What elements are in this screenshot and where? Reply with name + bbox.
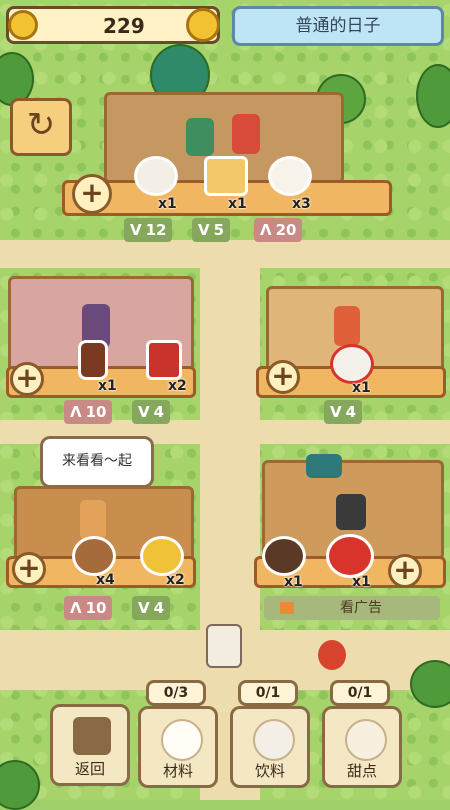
milk-qty: x3 [292,196,311,212]
heart-up-icon: V [330,403,342,421]
heart-up-icon: V [130,221,142,239]
roast-chicken-item[interactable] [72,536,116,576]
candy-cane-item[interactable] [330,344,374,384]
arrow-up-icon: Λ [260,221,272,239]
shopkeeper-character [186,118,214,156]
bear-character [206,624,242,668]
shopkeeper-character [334,306,360,346]
watch-ad-label: 看广告 [340,600,382,616]
plus-icon: + [17,551,41,584]
add-button[interactable]: + [266,360,300,394]
cutlery-icon [73,717,111,755]
egg-item[interactable] [134,156,178,196]
heart-up-icon: V [138,599,150,617]
coin-icon [186,8,220,42]
heart-up-icon: V [198,221,210,239]
demand-chip-down: Λ 10 [64,400,113,424]
lemon-item[interactable] [140,536,184,576]
plus-icon: + [271,359,295,392]
tomato-qty: x1 [352,574,371,590]
dessert-icon [345,719,387,761]
add-button[interactable]: + [12,552,46,586]
materials-count: 0/3 [146,680,206,706]
cake-slice-qty: x1 [228,196,247,212]
heart-up-icon: V [138,403,150,421]
coin-amount: 229 [103,14,145,38]
pan-qty: x1 [284,574,303,590]
roast-chicken-qty: x4 [96,572,115,588]
cake-slice-item[interactable] [204,156,248,196]
egg-qty: x1 [158,196,177,212]
demand-chip-up: V4 [132,400,171,424]
add-button[interactable]: + [388,554,422,588]
demand-chip-up: V 12 [124,218,173,242]
drinks-label: 饮料 [254,762,285,780]
lemon-qty: x2 [166,572,185,588]
demand-chip-down: Λ 20 [254,218,303,242]
bottle-item[interactable] [78,340,108,380]
demand-chip-up: V5 [192,218,231,242]
add-button[interactable]: + [72,174,112,214]
cat-character [336,494,366,530]
drinks-count: 0/1 [238,680,298,706]
demand-chip-up: V4 [132,596,171,620]
desserts-count: 0/1 [330,680,390,706]
video-icon [280,602,294,614]
materials-button[interactable]: 材料 [138,706,218,788]
plus-icon: + [393,553,417,586]
desserts-button[interactable]: 甜点 [322,706,402,788]
refresh-icon: ↻ [26,105,56,145]
speech-bubble: 来看看～起 [40,436,154,488]
plus-icon: + [15,361,39,394]
walker-character [318,640,346,670]
shopkeeper-character [80,500,106,540]
cup-icon [253,719,295,761]
tomato-item[interactable] [326,534,374,578]
demand-chip-down: Λ 10 [64,596,113,620]
refresh-button[interactable]: ↻ [10,98,72,156]
day-label: 普通的日子 [232,6,444,46]
flour-icon [161,719,203,761]
coin-icon [8,10,38,40]
back-label: 返回 [74,760,105,778]
materials-label: 材料 [162,762,193,780]
candy-cane-qty: x1 [352,380,371,396]
watch-ad-button[interactable]: 看广告 [264,596,440,620]
bottle-qty: x1 [98,378,117,394]
pan-item[interactable] [262,536,306,576]
jam-jar-item[interactable] [146,340,182,380]
add-button[interactable]: + [10,362,44,396]
arrow-up-icon: Λ [70,403,82,421]
desserts-label: 甜点 [346,762,377,780]
milk-item[interactable] [268,156,312,196]
demand-chip-up: V4 [324,400,363,424]
shopkeeper-character [232,114,260,154]
jam-jar-qty: x2 [168,378,187,394]
arrow-up-icon: Λ [70,599,82,617]
plus-icon: + [80,176,104,209]
back-button[interactable]: 返回 [50,704,130,786]
drinks-button[interactable]: 饮料 [230,706,310,788]
tv-prop [306,454,342,478]
